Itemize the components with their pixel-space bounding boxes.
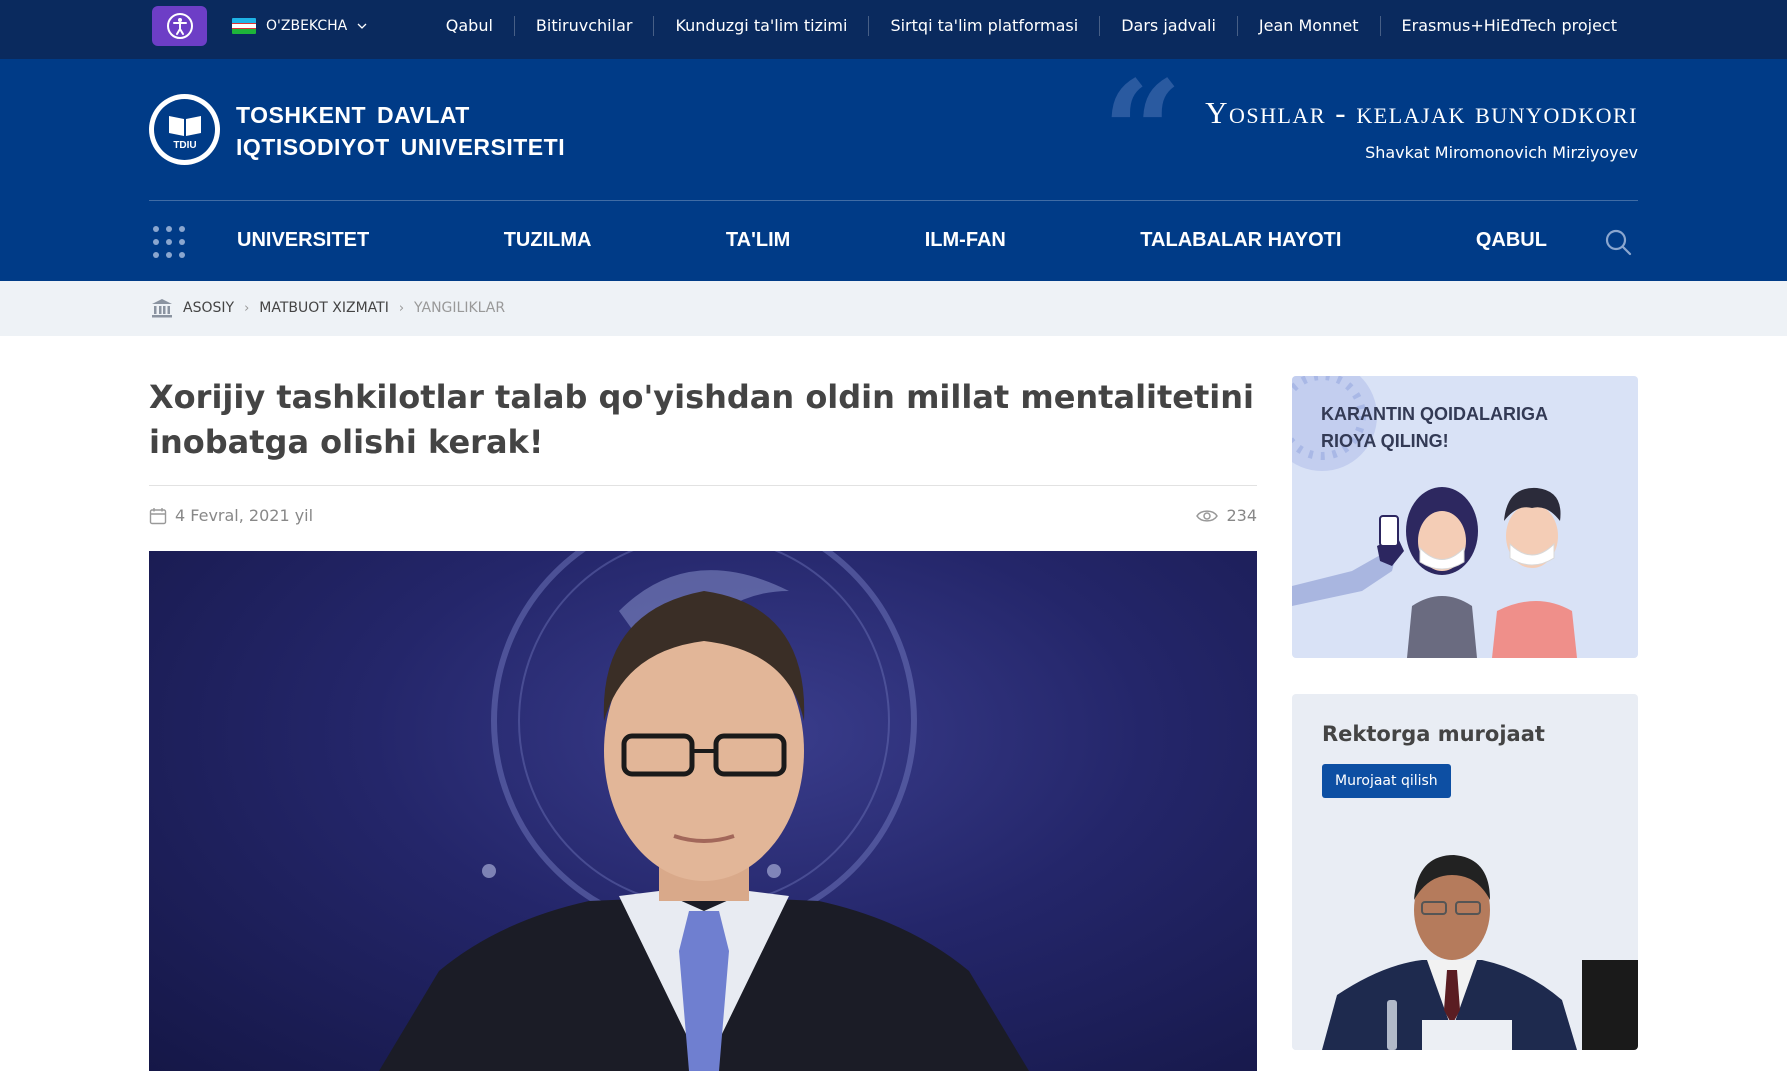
nav-item-talim[interactable]: TA'LIM — [726, 229, 790, 252]
university-name[interactable]: TOSHKENT DAVLAT IQTISODIYOT UNIVERSITETI — [236, 99, 565, 163]
quarantine-text: KARANTIN QOIDALARIGA RIOYA QILING! — [1321, 404, 1548, 451]
home-building-icon[interactable] — [151, 298, 173, 318]
accessibility-button[interactable] — [152, 6, 207, 46]
header-divider — [149, 200, 1638, 201]
top-bar: O'ZBEKCHA Qabul Bitiruvchilar Kunduzgi t… — [0, 0, 1787, 59]
breadcrumb: ASOSIY › MATBUOT XIZMATI › YANGILIKLAR — [0, 281, 1787, 336]
menu-grid-icon[interactable] — [153, 226, 185, 258]
search-icon[interactable] — [1603, 227, 1633, 257]
quote-mark-icon: “ — [1102, 51, 1183, 215]
header-quote: Yoshlar - kelajak bunyodkori — [1205, 95, 1638, 130]
calendar-icon — [149, 507, 167, 524]
nav-item-talabalar-hayoti[interactable]: TALABALAR HAYOTI — [1140, 229, 1341, 252]
top-link-dars-jadvali[interactable]: Dars jadvali — [1099, 16, 1237, 36]
rector-title: Rektorga murojaat — [1322, 722, 1545, 746]
top-link-kunduzgi[interactable]: Kunduzgi ta'lim tizimi — [653, 16, 868, 36]
chevron-right-icon: › — [244, 300, 250, 316]
nav-item-tuzilma[interactable]: TUZILMA — [504, 229, 592, 252]
rector-appeal-card: Rektorga murojaat Murojaat qilish — [1292, 694, 1638, 1050]
site-header: TDIU TOSHKENT DAVLAT IQTISODIYOT UNIVERS… — [0, 59, 1787, 281]
article-photo[interactable] — [149, 551, 1257, 1071]
language-selector[interactable]: O'ZBEKCHA — [232, 16, 367, 36]
breadcrumb-home[interactable]: ASOSIY — [183, 300, 234, 316]
rector-appeal-button[interactable]: Murojaat qilish — [1322, 764, 1451, 798]
article-title: Xorijiy tashkilotlar talab qo'yishdan ol… — [149, 378, 1255, 461]
svg-text:TDIU: TDIU — [173, 140, 196, 151]
eye-icon — [1196, 509, 1219, 522]
nav-item-ilm-fan[interactable]: ILM-FAN — [925, 229, 1006, 252]
university-logo[interactable]: TDIU — [149, 94, 220, 165]
breadcrumb-section[interactable]: MATBUOT XIZMATI — [259, 300, 389, 316]
language-label: O'ZBEKCHA — [266, 18, 348, 34]
nav-item-qabul[interactable]: QABUL — [1476, 229, 1547, 252]
uzbekistan-flag-icon — [232, 18, 256, 34]
top-link-erasmus[interactable]: Erasmus+HiEdTech project — [1379, 16, 1639, 36]
quote-author: Shavkat Miromonovich Mirziyoyev — [1365, 143, 1638, 162]
top-link-qabul[interactable]: Qabul — [425, 16, 514, 36]
top-nav: Qabul Bitiruvchilar Kunduzgi ta'lim tizi… — [425, 16, 1638, 36]
top-link-jean-monnet[interactable]: Jean Monnet — [1236, 16, 1380, 36]
chevron-down-icon — [357, 23, 367, 29]
breadcrumb-current: YANGILIKLAR — [414, 300, 506, 316]
article-divider — [149, 485, 1257, 486]
book-logo-icon: TDIU — [168, 115, 201, 151]
article-views: 234 — [1196, 506, 1257, 525]
quarantine-banner[interactable]: KARANTIN QOIDALARIGA RIOYA QILING! — [1292, 376, 1638, 658]
chevron-right-icon: › — [398, 300, 405, 316]
rector-photo — [1292, 830, 1638, 1050]
nav-item-universitet[interactable]: UNIVERSITET — [237, 229, 369, 252]
main-nav: UNIVERSITET TUZILMA TA'LIM ILM-FAN TALAB… — [237, 229, 1547, 252]
article-date: 4 Fevral, 2021 yil — [149, 506, 313, 525]
top-link-bitiruvchilar[interactable]: Bitiruvchilar — [513, 16, 654, 36]
top-link-sirtqi[interactable]: Sirtqi ta'lim platformasi — [868, 16, 1099, 36]
accessibility-icon — [166, 13, 193, 39]
speaker-portrait-image — [379, 551, 1029, 1071]
